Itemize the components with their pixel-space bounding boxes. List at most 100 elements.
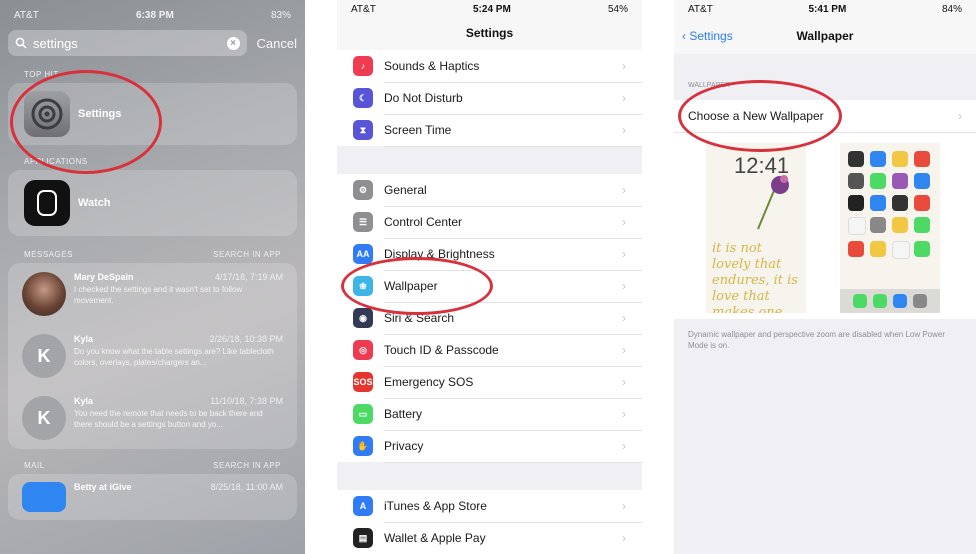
chevron-right-icon: › [622, 311, 626, 325]
mail-search-in-app-link[interactable]: Search in App [213, 461, 281, 470]
chevron-right-icon: › [622, 375, 626, 389]
avatar: K [22, 334, 66, 378]
search-query: settings [33, 35, 78, 51]
home-screen-preview[interactable] [840, 143, 940, 313]
message-date: 4/17/18, 7:19 AM [214, 272, 283, 282]
chevron-right-icon: › [622, 59, 626, 73]
settings-row-general[interactable]: ⚙ General › [337, 174, 642, 207]
settings-row-label: Battery [384, 398, 642, 431]
settings-row-label: Touch ID & Passcode [384, 334, 642, 367]
chevron-right-icon: › [622, 407, 626, 421]
clear-icon[interactable]: × [226, 36, 240, 50]
mail-app-icon [22, 482, 66, 512]
settings-group: AiTunes & App Store › ▤ Wallet & Apple Pay › [337, 490, 642, 554]
section-header: WALLPAPER [688, 82, 731, 89]
top-hit-card[interactable]: Settings [8, 83, 297, 145]
settings-row-wallpaper[interactable]: ❀ Wallpaper › [337, 270, 642, 303]
avatar: K [22, 396, 66, 440]
privacy-icon: ✋ [353, 436, 373, 456]
chevron-right-icon: › [622, 91, 626, 105]
message-result[interactable]: K Kyla 2/26/18, 10:38 PM Do you know what… [8, 325, 297, 387]
messages-search-in-app-link[interactable]: Search in App [213, 250, 281, 259]
settings-group: ♪ Sounds & Haptics › ☾ Do Not Disturb › ⧗ Scree… [337, 50, 642, 147]
settings-row-label: Do Not Disturb [384, 82, 642, 115]
search-bar: settings × Cancel [8, 30, 297, 56]
mail-sender: Betty at iGive [74, 482, 132, 492]
chevron-right-icon: › [622, 215, 626, 229]
settings-row-control-center[interactable]: ☰ Control Center › [337, 206, 642, 239]
message-result[interactable]: K Kyla 11/10/18, 7:38 PM You need the rem… [8, 387, 297, 449]
settings-row-touch-id-passcode[interactable]: ◎ Touch ID & Passcode › [337, 334, 642, 367]
dock [840, 289, 940, 313]
settings-row-emergency-sos[interactable]: SOS Emergency SOS › [337, 366, 642, 399]
applications-header: APPLICATIONS [24, 157, 88, 166]
settings-list: ♪ Sounds & Haptics › ☾ Do Not Disturb › ⧗ Scree… [337, 50, 642, 554]
choose-new-wallpaper-label: Choose a New Wallpaper [688, 109, 824, 123]
battery-label: 84% [941, 3, 962, 15]
search-icon [15, 37, 27, 49]
mail-card[interactable]: Betty at iGive 8/25/18, 11:00 AM [8, 474, 297, 520]
settings-row-label: Privacy [384, 430, 642, 463]
status-time: 5:41 PM [808, 3, 847, 15]
settings-row-sounds-haptics[interactable]: ♪ Sounds & Haptics › [337, 50, 642, 83]
settings-group: ⚙ General › ☰ Control Center › AA Display & Bri… [337, 174, 642, 463]
do-not-disturb-icon: ☾ [353, 88, 373, 108]
settings-row-screen-time[interactable]: ⧗ Screen Time › [337, 114, 642, 147]
carrier-label: AT&T [688, 3, 713, 15]
status-time: 5:24 PM [473, 3, 511, 15]
mail-date: 8/25/18, 11:00 AM [210, 482, 283, 492]
spotlight-search-screen: AT&T 6:38 PM 83% settings × Cancel TOP H… [0, 0, 305, 554]
settings-row-battery[interactable]: ▭ Battery › [337, 398, 642, 431]
group-separator [337, 146, 642, 174]
settings-app-icon[interactable] [24, 91, 70, 137]
message-sender: Kyla [74, 396, 94, 406]
settings-row-do-not-disturb[interactable]: ☾ Do Not Disturb › [337, 82, 642, 115]
messages-header: MESSAGES Search in App [24, 250, 281, 259]
emergency-sos-icon: SOS [353, 372, 373, 392]
settings-row-privacy[interactable]: ✋ Privacy › [337, 430, 642, 463]
search-input[interactable]: settings × [8, 30, 247, 56]
top-hit-header: TOP HIT [24, 70, 59, 79]
settings-row-siri-search[interactable]: ◉ Siri & Search › [337, 302, 642, 335]
status-bar: AT&T 5:24 PM 54% [337, 0, 642, 18]
message-snippet: Do you know what the table settings are?… [74, 347, 274, 367]
settings-row-label: Siri & Search [384, 302, 642, 335]
siri-search-icon: ◉ [353, 308, 373, 328]
chevron-right-icon: › [622, 439, 626, 453]
message-snippet: You need the remote that needs to be bac… [74, 409, 263, 429]
battery-label: 83% [270, 9, 291, 21]
carrier-label: AT&T [14, 9, 39, 21]
general-icon: ⚙ [353, 180, 373, 200]
message-sender: Mary DeSpain [74, 272, 134, 282]
wallet-apple-pay-icon: ▤ [353, 528, 373, 548]
applications-card[interactable]: Watch [8, 170, 297, 236]
back-button[interactable]: ‹ Settings [682, 18, 733, 54]
chevron-right-icon: › [622, 279, 626, 293]
settings-row-wallet-apple-pay[interactable]: ▤ Wallet & Apple Pay › [337, 522, 642, 554]
cancel-button[interactable]: Cancel [257, 36, 297, 51]
choose-new-wallpaper-row[interactable]: Choose a New Wallpaper › [674, 100, 976, 132]
wallpaper-icon: ❀ [353, 276, 373, 296]
battery-label: 54% [607, 3, 628, 15]
flower-icon [757, 175, 789, 230]
watch-app-icon[interactable] [24, 180, 70, 226]
wallpaper-previews: 12:41 it is not lovely that endures, it … [674, 132, 976, 319]
message-date: 11/10/18, 7:38 PM [210, 396, 283, 406]
settings-row-label: Emergency SOS [384, 366, 642, 399]
message-result[interactable]: Mary DeSpain 4/17/18, 7:19 AM I checked t… [8, 263, 297, 325]
lock-screen-preview[interactable]: 12:41 it is not lovely that endures, it … [706, 143, 806, 313]
screen-time-icon: ⧗ [353, 120, 373, 140]
lock-screen-script: it is not lovely that endures, it is lov… [712, 241, 798, 313]
group-separator [337, 462, 642, 490]
settings-row-label: Wallet & Apple Pay [384, 522, 642, 554]
chevron-right-icon: › [958, 109, 962, 123]
carrier-label: AT&T [351, 3, 376, 15]
touch-id-passcode-icon: ◎ [353, 340, 373, 360]
wallpaper-screen: AT&T 5:41 PM 84% ‹ Settings Wallpaper WA… [674, 0, 976, 554]
chevron-right-icon: › [622, 247, 626, 261]
settings-row-label: Screen Time [384, 114, 642, 147]
settings-row-itunes-app-store[interactable]: AiTunes & App Store › [337, 490, 642, 523]
settings-row-display-brightness[interactable]: AA Display & Brightness › [337, 238, 642, 271]
mail-header: MAIL Search in App [24, 461, 281, 470]
settings-row-label: General [384, 174, 642, 207]
